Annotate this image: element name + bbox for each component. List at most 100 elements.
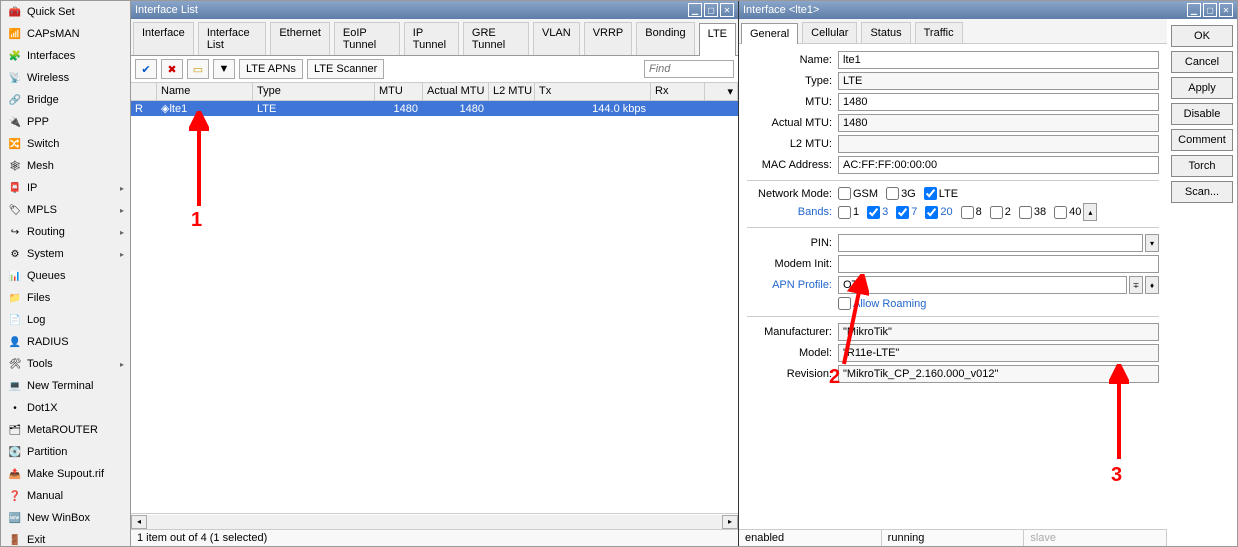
tab-vrrp[interactable]: VRRP [584,22,633,55]
mac-field[interactable] [838,156,1159,174]
comment-button[interactable]: Comment [1171,129,1233,151]
maximize-icon[interactable]: ▢ [1203,3,1217,17]
band-2-checkbox[interactable] [990,206,1003,219]
cell: R [131,103,157,115]
close-icon[interactable]: ✕ [1219,3,1233,17]
find-input[interactable] [644,60,734,78]
tab-traffic[interactable]: Traffic [915,22,963,43]
scroll-right-icon[interactable]: ▸ [722,515,738,529]
close-icon[interactable]: ✕ [720,3,734,17]
comment-button[interactable]: ▭ [187,59,209,79]
column-header[interactable]: Name [157,83,253,100]
horizontal-scrollbar[interactable]: ◂ ▸ [131,513,738,529]
sidebar-item-mesh[interactable]: 🕸Mesh [1,155,130,177]
sidebar-item-quick-set[interactable]: 🧰Quick Set [1,1,130,23]
sidebar-item-mpls[interactable]: 🏷MPLS▸ [1,199,130,221]
ok-button[interactable]: OK [1171,25,1233,47]
sidebar-item-wireless[interactable]: 📡Wireless [1,67,130,89]
netmode-3g-checkbox[interactable] [886,187,899,200]
tab-general[interactable]: General [741,23,798,44]
sidebar-item-manual[interactable]: ❓Manual [1,485,130,507]
netmode-lte-checkbox[interactable] [924,187,937,200]
apn-updown-icon[interactable]: ♦ [1145,276,1159,294]
sidebar-item-queues[interactable]: 📊Queues [1,265,130,287]
enable-button[interactable]: ✔ [135,59,157,79]
sidebar-item-make-supout-rif[interactable]: 📤Make Supout.rif [1,463,130,485]
sidebar-item-dot1x[interactable]: •Dot1X [1,397,130,419]
apn-profile-label[interactable]: APN Profile: [747,279,832,291]
tab-eoip-tunnel[interactable]: EoIP Tunnel [334,22,400,55]
column-header[interactable]: Type [253,83,375,100]
scan--button[interactable]: Scan... [1171,181,1233,203]
tab-interface-list[interactable]: Interface List [198,22,267,55]
netmode-gsm-checkbox[interactable] [838,187,851,200]
sidebar-item-interfaces[interactable]: 🧩Interfaces [1,45,130,67]
scroll-left-icon[interactable]: ◂ [131,515,147,529]
tab-vlan[interactable]: VLAN [533,22,580,55]
sidebar-item-log[interactable]: 📄Log [1,309,130,331]
sidebar-item-new-winbox[interactable]: 🆕New WinBox [1,507,130,529]
revision-label: Revision: [747,368,832,380]
sidebar-item-ip[interactable]: 📮IP▸ [1,177,130,199]
column-header[interactable]: MTU [375,83,423,100]
band-1-checkbox[interactable] [838,206,851,219]
sidebar-item-ppp[interactable]: 🔌PPP [1,111,130,133]
band-8-checkbox[interactable] [961,206,974,219]
sidebar-item-files[interactable]: 📁Files [1,287,130,309]
minimize-icon[interactable]: ▁ [688,3,702,17]
lte-scanner-button[interactable]: LTE Scanner [307,59,384,79]
apply-button[interactable]: Apply [1171,77,1233,99]
maximize-icon[interactable]: ▢ [704,3,718,17]
apn-dropdown-icon[interactable]: ∓ [1129,276,1143,294]
column-header[interactable]: Rx [651,83,705,100]
column-header[interactable]: Tx [535,83,651,100]
column-header[interactable]: Actual MTU [423,83,489,100]
tab-ethernet[interactable]: Ethernet [270,22,330,55]
tab-lte[interactable]: LTE [699,23,736,56]
torch-button[interactable]: Torch [1171,155,1233,177]
modem-init-field[interactable] [838,255,1159,273]
column-header[interactable]: L2 MTU [489,83,535,100]
tab-ip-tunnel[interactable]: IP Tunnel [404,22,459,55]
sidebar-item-radius[interactable]: 👤RADIUS [1,331,130,353]
sidebar-item-capsman[interactable]: 📶CAPsMAN [1,23,130,45]
name-field[interactable] [838,51,1159,69]
sidebar-item-partition[interactable]: 💽Partition [1,441,130,463]
pin-dropdown-icon[interactable]: ▾ [1145,234,1159,252]
allow-roaming-checkbox[interactable] [838,297,851,310]
column-header[interactable] [131,83,157,100]
sidebar-item-routing[interactable]: ↪Routing▸ [1,221,130,243]
column-menu-icon[interactable]: ▾ [705,83,738,100]
pin-field[interactable] [838,234,1143,252]
band-7-checkbox[interactable] [896,206,909,219]
sidebar-item-exit[interactable]: 🚪Exit [1,529,130,546]
band-20-checkbox[interactable] [925,206,938,219]
mtu-field[interactable] [838,93,1159,111]
sidebar-item-metarouter[interactable]: 🗂MetaROUTER [1,419,130,441]
bands-expand-icon[interactable]: ▴ [1083,203,1097,221]
tab-interface[interactable]: Interface [133,22,194,55]
band-40-checkbox[interactable] [1054,206,1067,219]
cancel-button[interactable]: Cancel [1171,51,1233,73]
tab-status[interactable]: Status [861,22,910,43]
sidebar-item-tools[interactable]: 🛠Tools▸ [1,353,130,375]
sidebar-icon: ⚙ [7,246,23,262]
bands-label[interactable]: Bands: [747,206,832,218]
lte-apns-button[interactable]: LTE APNs [239,59,303,79]
sidebar-item-system[interactable]: ⚙System▸ [1,243,130,265]
sidebar-item-new-terminal[interactable]: 💻New Terminal [1,375,130,397]
tab-bonding[interactable]: Bonding [636,22,694,55]
sidebar-item-switch[interactable]: 🔀Switch [1,133,130,155]
disable-button[interactable]: Disable [1171,103,1233,125]
tab-gre-tunnel[interactable]: GRE Tunnel [463,22,529,55]
tab-cellular[interactable]: Cellular [802,22,857,43]
disable-button[interactable]: ✖ [161,59,183,79]
apn-profile-field[interactable] [838,276,1127,294]
minimize-icon[interactable]: ▁ [1187,3,1201,17]
table-row[interactable]: R◈lte1LTE14801480144.0 kbps [131,101,738,116]
band-38-checkbox[interactable] [1019,206,1032,219]
filter-button[interactable]: ▼ [213,59,235,79]
band-3-checkbox[interactable] [867,206,880,219]
status-slave: slave [1024,530,1167,546]
sidebar-item-bridge[interactable]: 🔗Bridge [1,89,130,111]
